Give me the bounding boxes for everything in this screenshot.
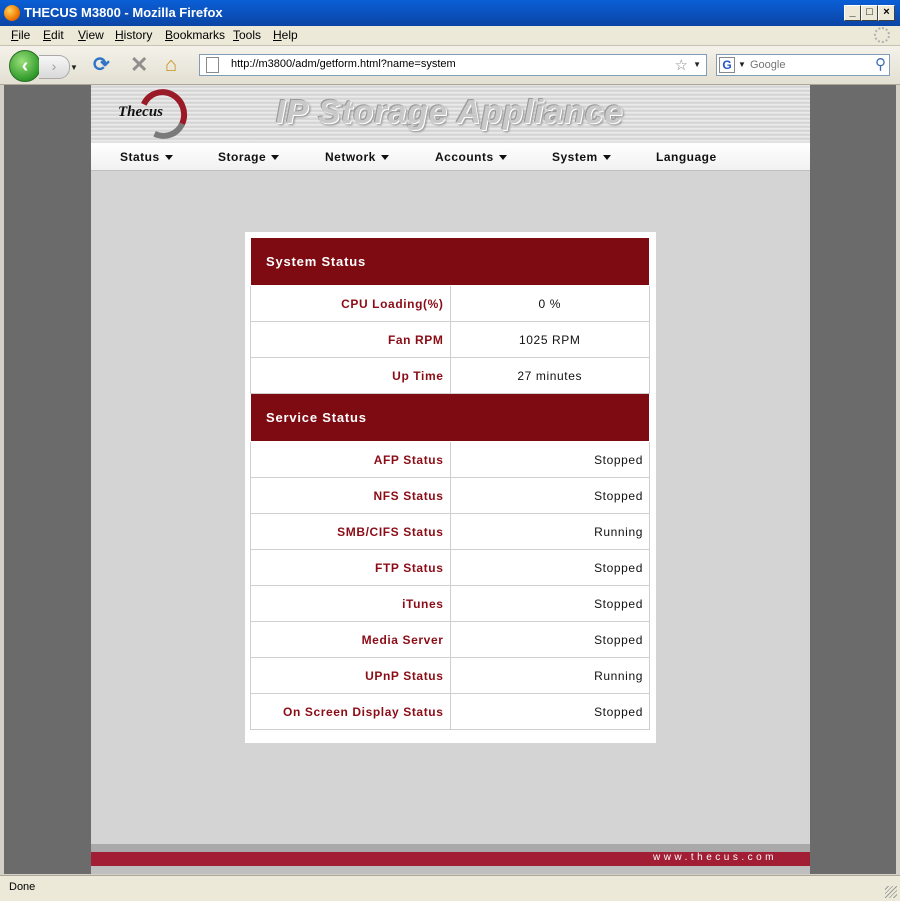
- footer-bottom: [91, 866, 810, 874]
- nav-network[interactable]: Network: [325, 150, 389, 164]
- chevron-down-icon: [380, 155, 389, 160]
- table-row: NFS Status Stopped: [250, 477, 650, 514]
- table-row: Fan RPM 1025 RPM: [250, 321, 650, 358]
- status-panel: System Status CPU Loading(%) 0 % Fan RPM…: [245, 232, 656, 743]
- search-input[interactable]: [750, 57, 865, 73]
- table-row: Media Server Stopped: [250, 621, 650, 658]
- row-value: Stopped: [449, 621, 650, 658]
- row-value: 0 %: [449, 285, 650, 322]
- close-button[interactable]: ×: [878, 5, 895, 21]
- footer-site-link[interactable]: www.thecus.com: [653, 852, 777, 863]
- status-text: Done: [9, 881, 36, 893]
- nav-language[interactable]: Language: [656, 150, 717, 164]
- row-value: 1025 RPM: [449, 321, 650, 358]
- table-row: SMB/CIFS Status Running: [250, 513, 650, 550]
- url-dropdown-icon[interactable]: ▼: [693, 60, 701, 69]
- main-nav: Status Storage Network Accounts System L…: [91, 142, 810, 171]
- bookmark-star-icon[interactable]: ☆: [675, 56, 688, 74]
- row-value: Stopped: [449, 585, 650, 622]
- address-bar[interactable]: http://m3800/adm/getform.html?name=syste…: [199, 54, 707, 76]
- row-label: FTP Status: [250, 549, 451, 586]
- row-label: NFS Status: [250, 477, 451, 514]
- row-label: UPnP Status: [250, 657, 451, 694]
- nav-storage[interactable]: Storage: [218, 150, 280, 164]
- menu-file[interactable]: File: [11, 28, 30, 42]
- service-status-heading: Service Status: [250, 393, 650, 442]
- row-value: 27 minutes: [449, 357, 650, 394]
- section-header-row: Service Status: [250, 393, 650, 442]
- row-label: On Screen Display Status: [250, 693, 451, 730]
- row-value: Stopped: [449, 477, 650, 514]
- row-label: Fan RPM: [250, 321, 451, 358]
- chevron-down-icon: [271, 155, 280, 160]
- row-label: Up Time: [250, 357, 451, 394]
- row-value: Stopped: [449, 549, 650, 586]
- firefox-icon: [4, 5, 20, 21]
- window-title-bar: THECUS M3800 - Mozilla Firefox _ □ ×: [0, 0, 900, 27]
- menu-view[interactable]: View: [78, 28, 104, 42]
- menu-bar: File Edit View History Bookmarks Tools H…: [0, 26, 900, 46]
- menu-help[interactable]: Help: [273, 28, 298, 42]
- table-row: Up Time 27 minutes: [250, 357, 650, 394]
- google-engine-icon[interactable]: G: [719, 57, 735, 73]
- row-label: SMB/CIFS Status: [250, 513, 451, 550]
- chevron-down-icon: [164, 155, 173, 160]
- row-value: Stopped: [449, 441, 650, 478]
- search-bar: G ▼ ⚲: [716, 54, 890, 76]
- row-value: Stopped: [449, 693, 650, 730]
- system-status-heading: System Status: [250, 237, 650, 286]
- reload-icon[interactable]: ⟳: [93, 55, 110, 75]
- menu-bookmarks[interactable]: Bookmarks: [165, 28, 225, 42]
- table-row: On Screen Display Status Stopped: [250, 693, 650, 730]
- banner-title: IP Storage Appliance: [276, 93, 624, 130]
- search-engine-dropdown-icon[interactable]: ▼: [738, 60, 746, 69]
- chevron-down-icon: [498, 155, 507, 160]
- thecus-logo[interactable]: Thecus: [118, 104, 163, 121]
- maximize-button[interactable]: □: [861, 5, 878, 21]
- nav-system[interactable]: System: [552, 150, 611, 164]
- thecus-admin-page: Thecus IP Storage Appliance Status Stora…: [91, 85, 810, 874]
- chevron-down-icon: [602, 155, 611, 160]
- section-header-row: System Status: [250, 237, 650, 286]
- home-icon[interactable]: ⌂: [165, 54, 177, 76]
- status-table: System Status CPU Loading(%) 0 % Fan RPM…: [250, 237, 650, 730]
- browser-content: Thecus IP Storage Appliance Status Stora…: [4, 85, 896, 874]
- menu-history[interactable]: History: [115, 28, 152, 42]
- footer-bar: www.thecus.com: [91, 852, 810, 866]
- back-button[interactable]: ‹: [9, 50, 41, 82]
- address-url[interactable]: http://m3800/adm/getform.html?name=syste…: [231, 58, 456, 70]
- status-bar: Done: [0, 875, 900, 901]
- menu-tools[interactable]: Tools: [233, 28, 261, 42]
- row-label: AFP Status: [250, 441, 451, 478]
- table-row: FTP Status Stopped: [250, 549, 650, 586]
- row-label: iTunes: [250, 585, 451, 622]
- throbber-icon: [874, 27, 890, 43]
- navigation-toolbar: ‹ › ▼ ⟳ ✕ ⌂ http://m3800/adm/getform.htm…: [0, 46, 900, 85]
- history-dropdown-icon[interactable]: ▼: [70, 63, 78, 72]
- search-icon[interactable]: ⚲: [875, 55, 886, 73]
- resize-grip-icon[interactable]: [885, 886, 897, 898]
- page-icon: [206, 57, 219, 73]
- menu-edit[interactable]: Edit: [43, 28, 64, 42]
- table-row: CPU Loading(%) 0 %: [250, 285, 650, 322]
- header-banner: Thecus IP Storage Appliance: [91, 85, 810, 146]
- table-row: AFP Status Stopped: [250, 441, 650, 478]
- footer-divider: [91, 844, 810, 852]
- row-label: CPU Loading(%): [250, 285, 451, 322]
- nav-accounts[interactable]: Accounts: [435, 150, 507, 164]
- table-row: iTunes Stopped: [250, 585, 650, 622]
- window-title: THECUS M3800 - Mozilla Firefox: [24, 5, 223, 20]
- row-value: Running: [449, 657, 650, 694]
- stop-icon[interactable]: ✕: [130, 54, 148, 76]
- row-value: Running: [449, 513, 650, 550]
- table-row: UPnP Status Running: [250, 657, 650, 694]
- row-label: Media Server: [250, 621, 451, 658]
- minimize-button[interactable]: _: [844, 5, 861, 21]
- forward-button[interactable]: ›: [39, 55, 70, 79]
- nav-status[interactable]: Status: [120, 150, 173, 164]
